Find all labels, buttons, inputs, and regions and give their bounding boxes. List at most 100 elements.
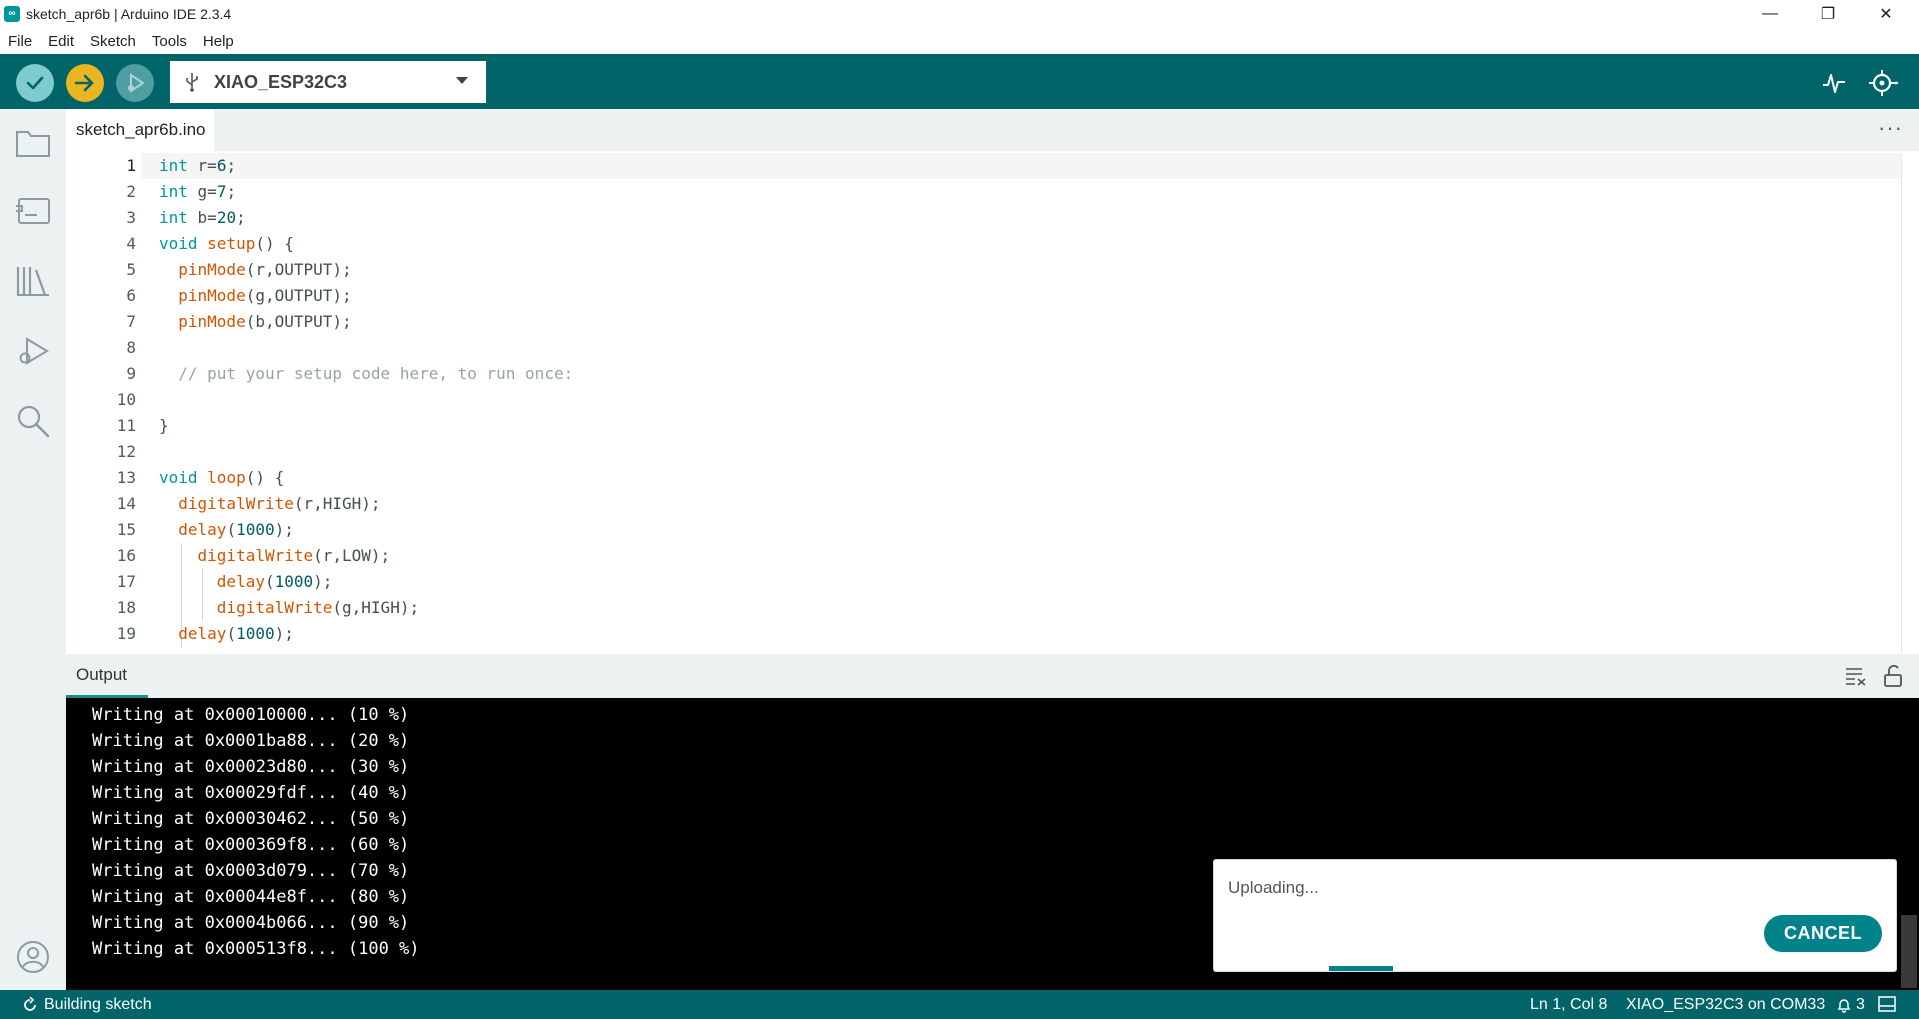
debug-button[interactable] [116, 64, 154, 102]
debug-icon [128, 73, 145, 93]
upload-button[interactable] [66, 64, 104, 102]
code-line: int b=20; [159, 208, 246, 227]
line-number: 10 [116, 390, 136, 409]
code-editor[interactable]: 1 2 3 4 5 6 7 8 9 10 11 12 13 14 15 16 1… [66, 151, 1919, 654]
upload-progress-indicator [1329, 966, 1393, 971]
output-line: Writing at 0x000513f8... (100 %) [92, 939, 420, 959]
output-line: Writing at 0x0003d079... (70 %) [92, 861, 410, 881]
boards-manager-icon[interactable] [13, 191, 53, 231]
output-panel-header: Output [66, 654, 1919, 698]
more-options-icon[interactable]: ··· [1878, 115, 1903, 141]
search-icon[interactable] [13, 401, 53, 441]
code-line: // put your setup code here, to run once… [178, 364, 574, 383]
line-number: 6 [126, 286, 136, 305]
debug-sidebar-icon[interactable] [13, 331, 53, 371]
editor-scrollbar[interactable] [1901, 153, 1919, 653]
notification-message: Uploading... [1228, 878, 1319, 897]
serial-plotter-button[interactable] [1818, 68, 1850, 98]
output-scrollbar[interactable] [1901, 915, 1917, 988]
line-number: 18 [116, 598, 136, 617]
code-line: int r=6; [159, 156, 237, 175]
bell-icon [1837, 998, 1851, 1013]
line-number: 9 [126, 364, 136, 383]
clear-output-icon[interactable] [1845, 666, 1867, 686]
line-number: 14 [116, 494, 136, 513]
code-line: digitalWrite(g,HIGH); [216, 598, 420, 617]
editor-tabs: sketch_apr6b.ino ··· [66, 109, 1919, 151]
line-number: 8 [126, 338, 136, 357]
output-line: Writing at 0x0001ba88... (20 %) [92, 731, 410, 751]
menu-sketch[interactable]: Sketch [82, 33, 144, 50]
output-line: Writing at 0x00010000... (10 %) [92, 705, 410, 725]
tab-output[interactable]: Output [66, 654, 148, 698]
status-bar: Building sketch Ln 1, Col 8 XIAO_ESP32C3… [0, 990, 1919, 1019]
code-line: int g=7; [159, 182, 237, 201]
output-line: Writing at 0x00023d80... (30 %) [92, 757, 410, 777]
output-line: Writing at 0x00044e8f... (80 %) [92, 887, 410, 907]
line-number: 19 [116, 624, 136, 643]
line-number: 3 [126, 208, 136, 227]
serial-monitor-icon [1869, 70, 1898, 96]
code-line: pinMode(g,OUTPUT); [178, 286, 352, 305]
code-line: void setup() { [159, 234, 294, 253]
upload-notification: Uploading... CANCEL [1213, 859, 1897, 972]
arrow-right-icon [74, 74, 94, 92]
board-port-status[interactable]: XIAO_ESP32C3 on COM33 [1626, 990, 1825, 1019]
library-manager-icon[interactable] [13, 261, 53, 301]
account-icon[interactable] [13, 937, 53, 977]
tab-sketch-file[interactable]: sketch_apr6b.ino [66, 109, 214, 151]
output-line: Writing at 0x00029fdf... (40 %) [92, 783, 410, 803]
line-number: 13 [116, 468, 136, 487]
code-line: pinMode(b,OUTPUT); [178, 312, 352, 331]
unlock-icon[interactable] [1883, 664, 1903, 688]
line-number: 4 [126, 234, 136, 253]
line-number: 12 [116, 442, 136, 461]
arduino-logo-icon: ∞ [4, 6, 20, 22]
line-number: 2 [126, 182, 136, 201]
serial-plotter-icon [1823, 74, 1845, 93]
chevron-down-icon [456, 77, 468, 84]
notifications-button[interactable]: 3 [1836, 990, 1865, 1019]
code-line: } [159, 416, 169, 435]
window-title: sketch_apr6b | Arduino IDE 2.3.4 [26, 6, 232, 22]
line-number: 11 [116, 416, 136, 435]
cancel-button[interactable]: CANCEL [1764, 915, 1882, 952]
line-number: 15 [116, 520, 136, 539]
menu-help[interactable]: Help [195, 33, 242, 50]
output-line: Writing at 0x000369f8... (60 %) [92, 835, 410, 855]
menu-tools[interactable]: Tools [144, 33, 195, 50]
verify-button[interactable] [16, 64, 54, 102]
serial-monitor-button[interactable] [1866, 66, 1902, 100]
code-line: delay(1000); [178, 624, 294, 643]
board-selector[interactable]: XIAO_ESP32C3 [170, 61, 486, 103]
line-number: 1 [126, 156, 136, 175]
title-bar: ∞ sketch_apr6b | Arduino IDE 2.3.4 — ❐ ✕ [0, 0, 1919, 28]
sync-spinner-icon [22, 996, 38, 1013]
code-line: void loop() { [159, 468, 285, 487]
output-line: Writing at 0x00030462... (50 %) [92, 809, 410, 829]
menu-edit[interactable]: Edit [40, 33, 82, 50]
code-line: digitalWrite(r,LOW); [197, 546, 391, 565]
code-line: delay(1000); [216, 572, 333, 591]
code-line: pinMode(r,OUTPUT); [178, 260, 352, 279]
checkmark-icon [26, 76, 44, 90]
sketchbook-folder-icon[interactable] [13, 123, 53, 163]
close-button[interactable]: ✕ [1857, 0, 1915, 28]
line-number: 17 [116, 572, 136, 591]
menu-file[interactable]: File [0, 33, 40, 50]
toggle-bottom-panel-icon[interactable] [1878, 996, 1896, 1012]
code-line: delay(1000); [178, 520, 294, 539]
line-number: 7 [126, 312, 136, 331]
board-name: XIAO_ESP32C3 [214, 71, 348, 92]
maximize-button[interactable]: ❐ [1799, 0, 1857, 28]
usb-icon [184, 71, 200, 93]
cursor-position[interactable]: Ln 1, Col 8 [1530, 990, 1607, 1019]
status-task-label: Building sketch [44, 995, 152, 1013]
line-number: 5 [126, 260, 136, 279]
current-line-highlight [141, 153, 1901, 179]
line-number: 16 [116, 546, 136, 565]
notification-count: 3 [1856, 995, 1865, 1013]
minimize-button[interactable]: — [1741, 0, 1799, 28]
output-line: Writing at 0x0004b066... (90 %) [92, 913, 410, 933]
activity-sidebar [0, 109, 66, 990]
